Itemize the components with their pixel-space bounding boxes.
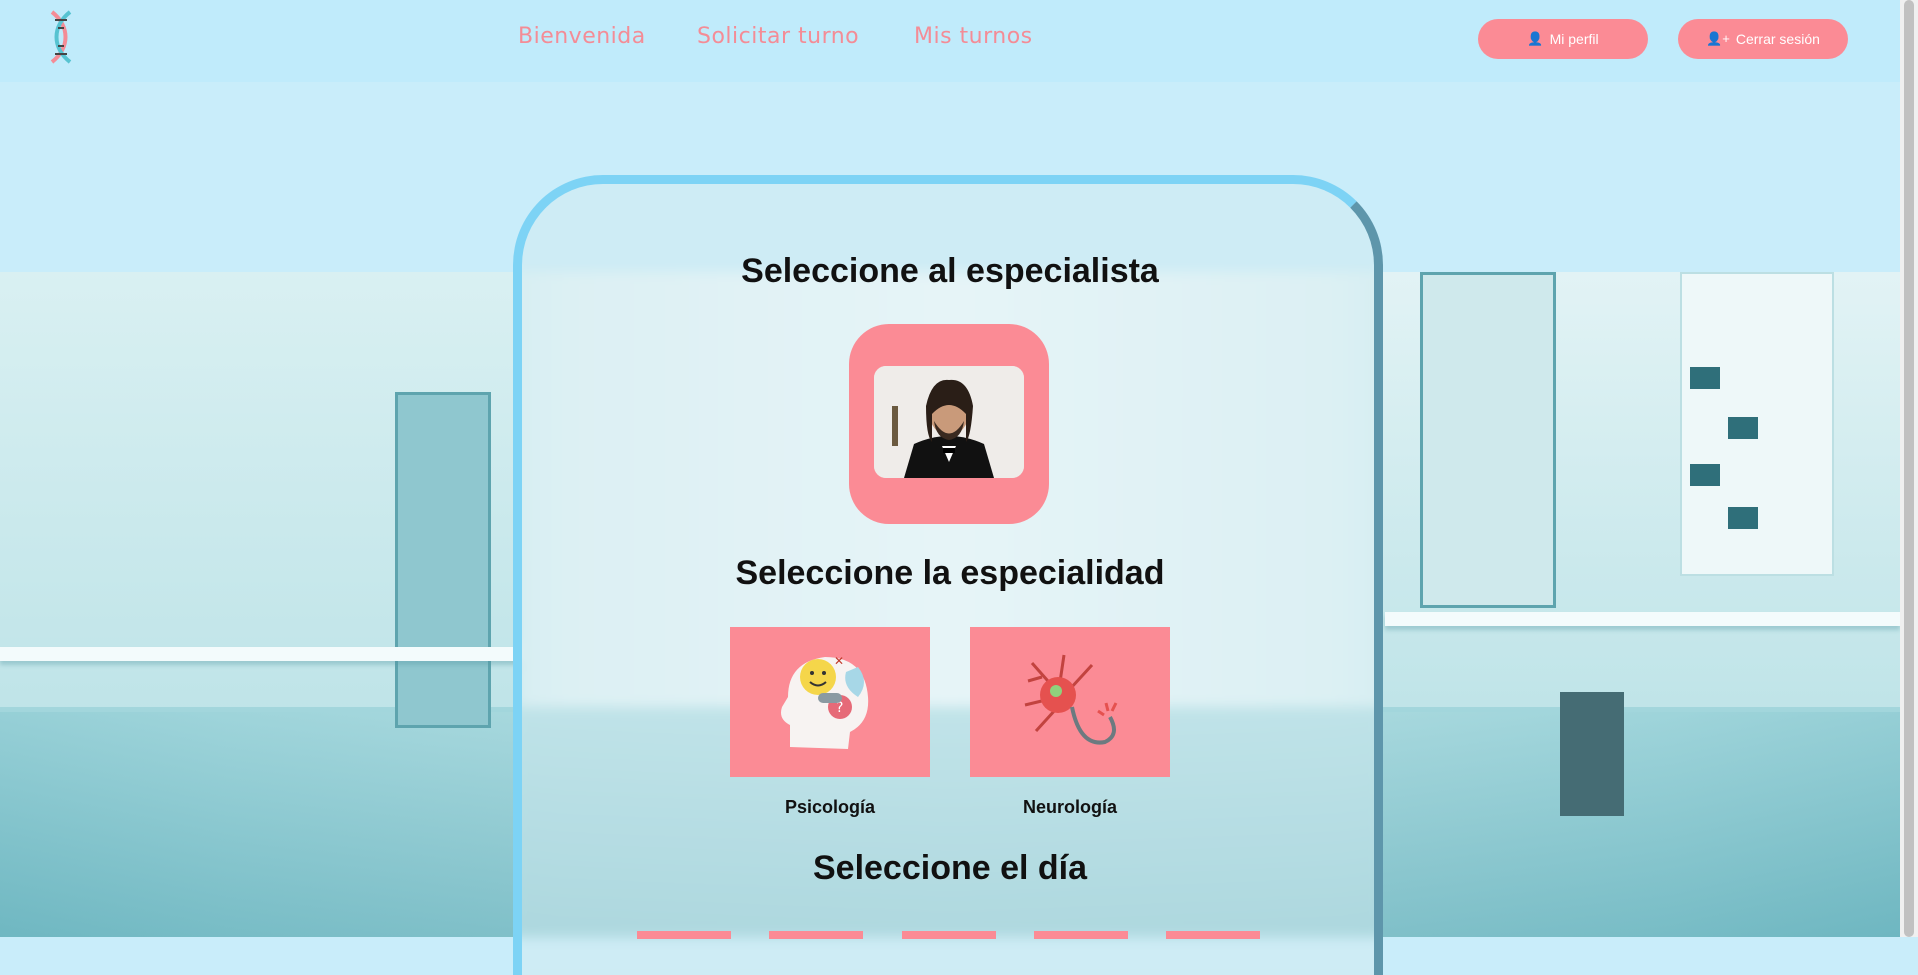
user-plus-icon: 👤+: [1706, 31, 1730, 46]
psychology-head-icon: ? ✕: [781, 654, 869, 749]
specialty-option-psicologia[interactable]: ? ✕: [730, 627, 930, 777]
page-scrollbar[interactable]: [1900, 0, 1918, 937]
dna-logo-icon[interactable]: [46, 10, 76, 64]
top-navbar: Bienvenida Solicitar turno Mis turnos 👤 …: [0, 0, 1900, 82]
nav-link-bienvenida[interactable]: Bienvenida: [518, 24, 646, 49]
profile-button[interactable]: 👤 Mi perfil: [1478, 19, 1648, 59]
day-option[interactable]: [769, 931, 863, 939]
specialty-option-neurologia[interactable]: [970, 627, 1170, 777]
specialty-label-psicologia: Psicología: [784, 797, 876, 817]
specialist-photo: [874, 366, 1024, 478]
day-section-title: Seleccione el día: [812, 849, 1088, 887]
profile-button-label: Mi perfil: [1549, 31, 1599, 47]
specialty-label-neurologia: Neurología: [1022, 797, 1117, 817]
day-option[interactable]: [902, 931, 996, 939]
nav-link-solicitar-turno[interactable]: Solicitar turno: [697, 24, 859, 49]
svg-text:✕: ✕: [834, 654, 844, 668]
scrollbar-thumb[interactable]: [1904, 0, 1914, 937]
specialty-section-title: Seleccione la especialidad: [735, 554, 1165, 592]
logout-button-label: Cerrar sesión: [1735, 31, 1820, 47]
neuron-icon: [1024, 654, 1118, 745]
day-option[interactable]: [1034, 931, 1128, 939]
specialist-section-title: Seleccione al especialista: [741, 252, 1159, 290]
day-option[interactable]: [1166, 931, 1260, 939]
logout-button[interactable]: 👤+ Cerrar sesión: [1678, 19, 1848, 59]
user-icon: 👤: [1527, 31, 1544, 46]
specialist-option[interactable]: [849, 324, 1049, 524]
nav-link-mis-turnos[interactable]: Mis turnos: [914, 24, 1033, 49]
day-option[interactable]: [637, 931, 731, 939]
